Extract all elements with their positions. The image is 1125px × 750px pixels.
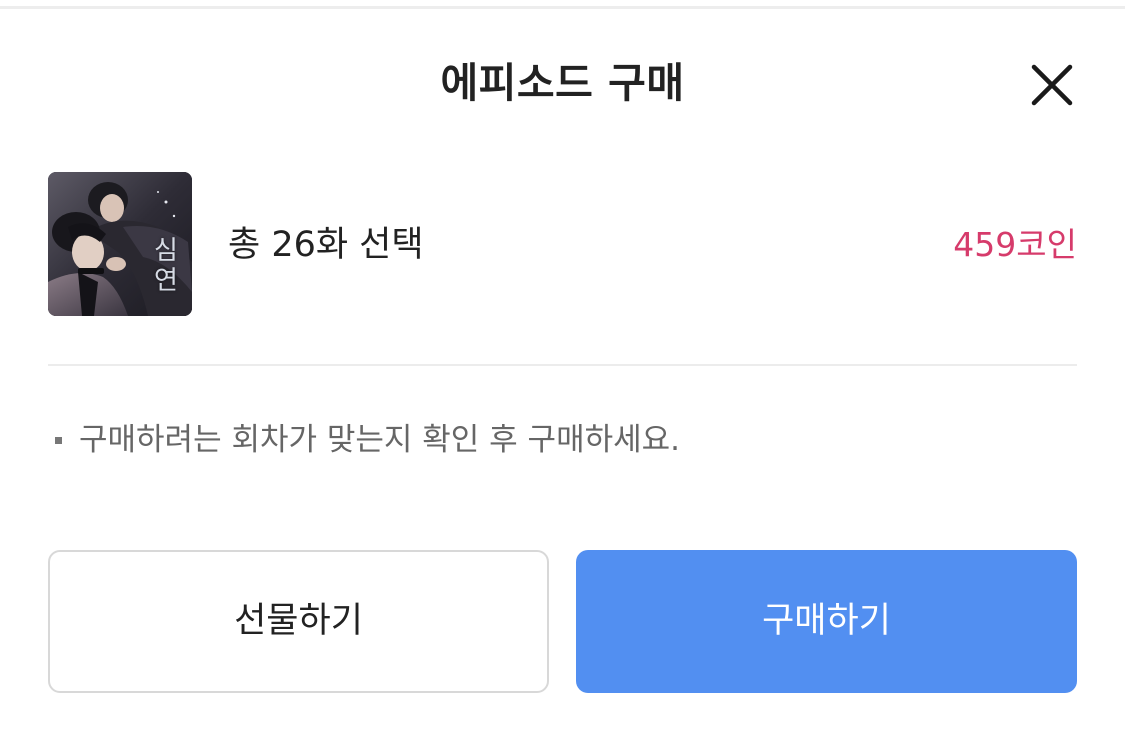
section-divider: [48, 364, 1077, 366]
buy-button[interactable]: 구매하기: [576, 550, 1077, 693]
episode-thumbnail: 심연: [48, 172, 192, 316]
notice-bullet-icon: [55, 437, 62, 444]
episode-price: 459코인: [953, 225, 1077, 264]
top-divider: [0, 6, 1125, 9]
gift-button[interactable]: 선물하기: [48, 550, 549, 693]
modal-header: 에피소드 구매: [0, 40, 1125, 130]
close-button[interactable]: [1028, 61, 1076, 109]
episode-summary: 심연 총 26화 선택 459코인: [48, 172, 1077, 317]
notice-text: 구매하려는 회차가 맞는지 확인 후 구매하세요.: [79, 422, 681, 458]
close-icon: [1031, 64, 1073, 106]
modal-title: 에피소드 구매: [440, 59, 685, 107]
cover-title-text: 심연: [154, 236, 178, 296]
episode-selection-count: 총 26화 선택: [228, 225, 424, 265]
